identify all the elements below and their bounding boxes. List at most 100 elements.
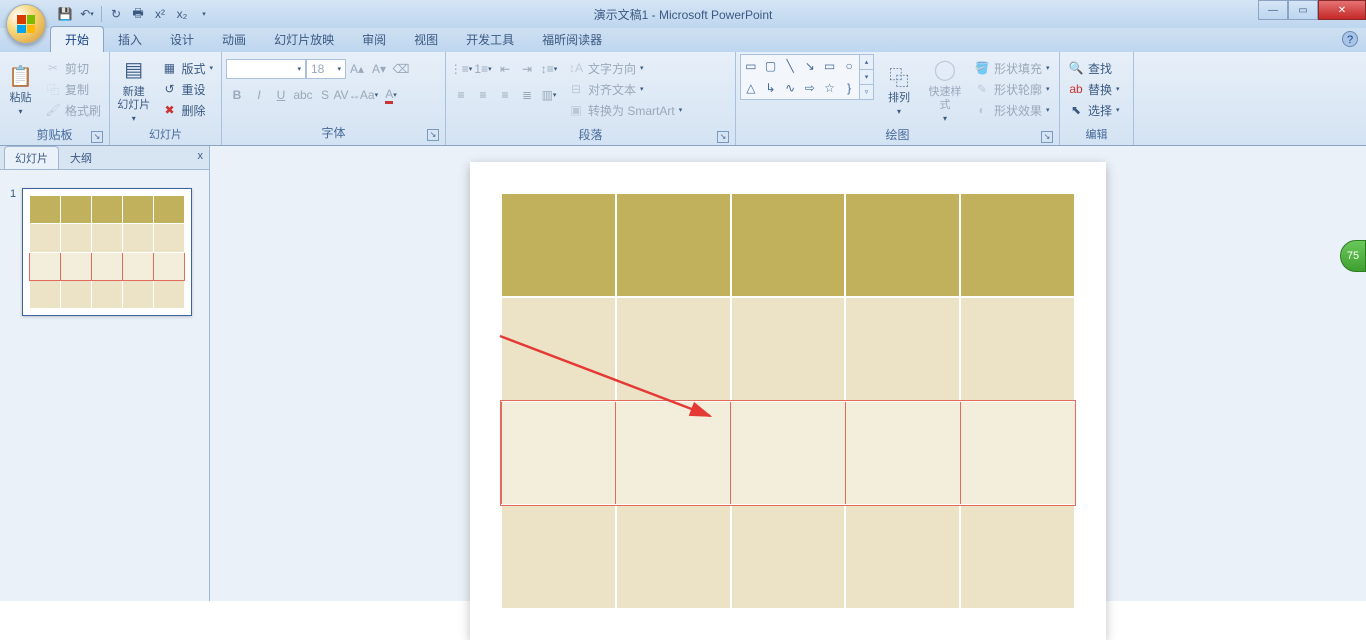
- tab-home[interactable]: 开始: [50, 26, 104, 52]
- slide-canvas[interactable]: [470, 162, 1106, 640]
- select-icon: ⬉: [1068, 102, 1084, 118]
- font-size-select[interactable]: 18▾: [306, 59, 346, 79]
- shape-effects-button[interactable]: ◐形状效果▾: [970, 101, 1054, 120]
- print-icon: 🖶: [132, 4, 143, 25]
- quick-styles-button[interactable]: ◯ 快速样式 ▾: [924, 54, 966, 124]
- redo-button[interactable]: ↻: [106, 4, 126, 24]
- tab-view[interactable]: 视图: [400, 27, 452, 52]
- align-center-button[interactable]: ≡: [472, 84, 494, 106]
- ribbon-tabs: 开始 插入 设计 动画 幻灯片放映 审阅 视图 开发工具 福昕阅读器 ?: [0, 28, 1366, 52]
- change-case-button[interactable]: Aa▾: [358, 84, 380, 106]
- numbering-button[interactable]: 1≡▾: [472, 58, 494, 80]
- justify-button[interactable]: ≣: [516, 84, 538, 106]
- shape-arrow-icon: ↘: [800, 55, 820, 77]
- layout-button[interactable]: ▦版式▾: [157, 59, 217, 78]
- undo-button[interactable]: ↶▾: [77, 4, 97, 24]
- tab-slideshow[interactable]: 幻灯片放映: [260, 27, 348, 52]
- gallery-scroll[interactable]: ▴▾▿: [860, 54, 874, 100]
- group-label-font: 字体↘: [226, 122, 441, 143]
- slide-table[interactable]: [500, 192, 1076, 610]
- italic-button[interactable]: I: [248, 84, 270, 106]
- grow-font-button[interactable]: A▴: [346, 58, 368, 80]
- close-button[interactable]: ✕: [1318, 0, 1366, 20]
- tab-review[interactable]: 审阅: [348, 27, 400, 52]
- font-family-select[interactable]: ▾: [226, 59, 306, 79]
- select-button[interactable]: ⬉选择▾: [1064, 101, 1124, 120]
- minimize-button[interactable]: —: [1258, 0, 1288, 20]
- shrink-font-button[interactable]: A▾: [368, 58, 390, 80]
- format-painter-button[interactable]: 🖌格式刷: [41, 101, 105, 120]
- smartart-icon: ▣: [568, 102, 584, 118]
- replace-icon: ab: [1068, 81, 1084, 97]
- increase-indent-button[interactable]: ⇥: [516, 58, 538, 80]
- qat-extra2-button[interactable]: x₂: [172, 4, 192, 24]
- replace-button[interactable]: ab替换▾: [1064, 80, 1124, 99]
- tab-animations[interactable]: 动画: [208, 27, 260, 52]
- shape-rect2-icon: ▭: [820, 55, 840, 77]
- window-title: 演示文稿1 - Microsoft PowerPoint: [594, 6, 773, 23]
- paragraph-launcher[interactable]: ↘: [717, 131, 729, 143]
- redo-icon: ↻: [111, 7, 121, 21]
- text-direction-button[interactable]: ↕A文字方向▾: [564, 59, 686, 78]
- delete-button[interactable]: ✖删除: [157, 101, 217, 120]
- spacing-button[interactable]: AV↔: [336, 84, 358, 106]
- line-spacing-button[interactable]: ↕≡▾: [538, 58, 560, 80]
- help-button[interactable]: ?: [1342, 31, 1358, 47]
- side-badge[interactable]: 75: [1340, 240, 1366, 272]
- panel-close-button[interactable]: x: [198, 150, 204, 162]
- tab-foxit[interactable]: 福昕阅读器: [528, 27, 616, 52]
- find-button[interactable]: 🔍查找: [1064, 59, 1124, 78]
- qat-customize-button[interactable]: ▾: [194, 4, 214, 24]
- tab-design[interactable]: 设计: [156, 27, 208, 52]
- bold-button[interactable]: B: [226, 84, 248, 106]
- font-color-button[interactable]: A▾: [380, 84, 402, 106]
- decrease-indent-button[interactable]: ⇤: [494, 58, 516, 80]
- slide-thumbnail-1[interactable]: [22, 188, 192, 316]
- bullets-button[interactable]: ⋮≡▾: [450, 58, 472, 80]
- shape-fill-button[interactable]: 🪣形状填充▾: [970, 59, 1054, 78]
- shape-block-arrow-icon: ⇨: [800, 77, 820, 99]
- underline-button[interactable]: U: [270, 84, 292, 106]
- qat-print-button[interactable]: 🖶: [128, 4, 148, 24]
- columns-icon: ▥: [542, 88, 553, 102]
- strike-button[interactable]: abc: [292, 84, 314, 106]
- shape-triangle-icon: △: [741, 77, 761, 99]
- cut-button[interactable]: ✂剪切: [41, 59, 105, 78]
- shrink-font-icon: A▾: [372, 62, 386, 76]
- qat-extra1-button[interactable]: x²: [150, 4, 170, 24]
- reset-button[interactable]: ↺重设: [157, 80, 217, 99]
- indent-icon: ⇥: [522, 62, 532, 76]
- new-slide-button[interactable]: ▤ 新建 幻灯片 ▾: [114, 54, 153, 124]
- copy-icon: ⿻: [45, 81, 61, 97]
- save-button[interactable]: 💾: [55, 4, 75, 24]
- tab-insert[interactable]: 插入: [104, 27, 156, 52]
- align-left-button[interactable]: ≡: [450, 84, 472, 106]
- outline-tab[interactable]: 大纲: [59, 146, 103, 169]
- shape-curve-icon: ∿: [780, 77, 800, 99]
- clear-format-button[interactable]: ⌫: [390, 58, 412, 80]
- paste-button[interactable]: 📋 粘贴 ▾: [4, 54, 37, 124]
- maximize-button[interactable]: ▭: [1288, 0, 1318, 20]
- tab-developer[interactable]: 开发工具: [452, 27, 528, 52]
- thumb-number: 1: [10, 188, 16, 316]
- undo-icon: ↶: [80, 7, 90, 21]
- drawing-launcher[interactable]: ↘: [1041, 131, 1053, 143]
- office-button[interactable]: [6, 4, 46, 44]
- align-text-button[interactable]: ⊟对齐文本▾: [564, 80, 686, 99]
- font-launcher[interactable]: ↘: [427, 129, 439, 141]
- convert-smartart-button[interactable]: ▣转换为 SmartArt▾: [564, 101, 686, 120]
- clipboard-launcher[interactable]: ↘: [91, 131, 103, 143]
- copy-button[interactable]: ⿻复制: [41, 80, 105, 99]
- slide-editor[interactable]: [210, 146, 1366, 601]
- thumb-table: [29, 195, 185, 309]
- shape-outline-button[interactable]: ✎形状轮廓▾: [970, 80, 1054, 99]
- slides-tab[interactable]: 幻灯片: [4, 146, 59, 169]
- align-right-button[interactable]: ≡: [494, 84, 516, 106]
- shapes-gallery[interactable]: ▭ ▢ ╲ ↘ ▭ ○ △ ↳ ∿ ⇨ ☆ }: [740, 54, 860, 100]
- columns-button[interactable]: ▥▾: [538, 84, 560, 106]
- reset-icon: ↺: [161, 81, 177, 97]
- align-text-icon: ⊟: [568, 81, 584, 97]
- office-logo-icon: [17, 15, 35, 33]
- justify-icon: ≣: [522, 88, 532, 102]
- arrange-button[interactable]: ⿻ 排列 ▾: [878, 54, 920, 124]
